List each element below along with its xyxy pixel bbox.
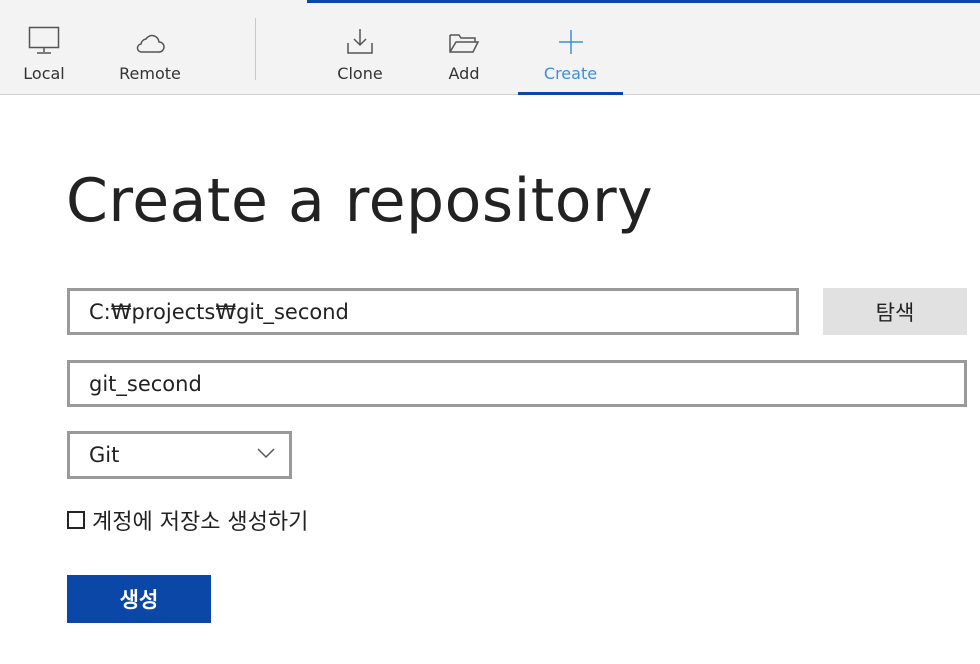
vcs-type-value: Git [89, 443, 120, 467]
tab-remote[interactable]: Remote [110, 0, 190, 95]
download-icon [347, 29, 373, 54]
tab-clone-label: Clone [337, 64, 383, 83]
create-button[interactable]: 생성 [67, 575, 211, 623]
active-tab-indicator [518, 92, 623, 95]
page-title: Create a repository [66, 166, 654, 236]
folder-open-icon [449, 34, 480, 53]
tab-create-label: Create [543, 64, 598, 83]
tab-remote-label: Remote [119, 64, 181, 83]
monitor-icon [28, 26, 60, 54]
local-path-input[interactable]: C:₩projects₩git_second [67, 288, 799, 335]
tab-clone[interactable]: Clone [325, 0, 395, 95]
tab-local-label: Local [23, 64, 65, 83]
create-on-account-label: 계정에 저장소 생성하기 [92, 510, 309, 535]
create-on-account-checkbox-row[interactable]: 계정에 저장소 생성하기 [67, 504, 308, 536]
tab-create[interactable]: Create [518, 0, 623, 95]
tab-add[interactable]: Add [434, 0, 494, 95]
cloud-icon [136, 34, 165, 53]
create-on-account-checkbox[interactable] [67, 511, 85, 529]
vcs-type-select[interactable]: Git [67, 431, 292, 479]
browse-button[interactable]: 탐색 [823, 288, 967, 335]
toolbar: Local Remote Clone Add Create [0, 0, 980, 95]
chevron-down-icon [257, 448, 275, 459]
top-accent-bar [307, 0, 980, 3]
plus-icon [558, 30, 583, 54]
repository-name-input[interactable]: git_second [67, 360, 967, 407]
tab-add-label: Add [448, 64, 480, 83]
tab-local[interactable]: Local [10, 0, 78, 95]
toolbar-divider [255, 18, 256, 80]
